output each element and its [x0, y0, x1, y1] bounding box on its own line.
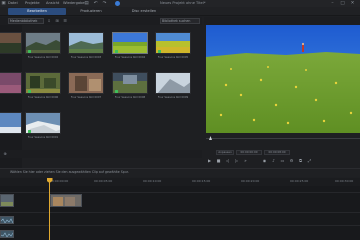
audio-clip[interactable] — [0, 230, 14, 238]
playhead-line[interactable] — [49, 178, 50, 240]
current-time: 00:00:00:00 — [236, 150, 262, 155]
next-frame-icon[interactable]: ▷ — [234, 158, 239, 163]
video-clip[interactable] — [0, 194, 14, 207]
thumbnail-0[interactable] — [0, 32, 22, 54]
used-check-icon — [28, 50, 31, 53]
save-icon[interactable]: ▤ — [84, 1, 89, 6]
thumbnail-label: Four Seasons Roll 0003 — [70, 56, 102, 59]
timecode-label: 00:00:30:00 — [335, 179, 354, 183]
zoom-select[interactable]: Anpassen — [216, 150, 234, 155]
fast-forward-icon[interactable]: » — [243, 158, 248, 163]
audio-clip[interactable] — [0, 216, 14, 224]
stop-icon[interactable]: ■ — [216, 158, 221, 163]
used-check-icon — [28, 90, 31, 93]
menu-file[interactable]: Datei — [8, 1, 18, 5]
window-title: Neues Projekt ohne Titel* — [160, 1, 206, 5]
thumbnail-label: Four Seasons Roll 0001 — [27, 136, 59, 139]
timecode-label: 00:00:10:00 — [143, 179, 162, 183]
account-icon[interactable] — [115, 1, 120, 6]
tab-create-disc[interactable]: Disc erstellen — [116, 8, 172, 15]
preview-window — [206, 25, 360, 133]
track-divider — [0, 212, 360, 213]
thumbnail-2[interactable] — [68, 32, 104, 54]
view-mode-icon[interactable]: ☰ — [62, 18, 68, 24]
display-icon[interactable]: ▭ — [280, 158, 285, 163]
fullscreen-icon[interactable]: ⤢ — [307, 158, 312, 163]
thumbnail-7[interactable] — [68, 72, 104, 94]
minimize-icon[interactable]: – — [330, 1, 335, 6]
timecode-label: 00:00:20:00 — [241, 179, 260, 183]
thumbnail-label: Four Seasons Roll 0004 — [114, 56, 146, 59]
maximize-icon[interactable]: □ — [340, 1, 345, 6]
used-check-icon — [115, 50, 118, 53]
video-clip[interactable] — [50, 194, 82, 207]
redo-icon[interactable]: ↷ — [102, 1, 107, 6]
play-icon[interactable]: ▶ — [207, 158, 212, 163]
undock-icon[interactable]: ⧉ — [298, 158, 303, 163]
thumbnail-label: Four Seasons Roll 0008 — [114, 96, 146, 99]
timecode-label: 00:00:15:00 — [192, 179, 211, 183]
track-divider — [0, 192, 360, 193]
close-icon[interactable]: ✕ — [350, 1, 355, 6]
tab-produce[interactable]: Produzieren — [66, 8, 116, 15]
filter-icon[interactable]: ⊞ — [54, 18, 60, 24]
duration-time: 00:00:08:00 — [264, 150, 290, 155]
tab-edit[interactable]: Bearbeiten — [8, 8, 66, 15]
import-icon[interactable]: ⇩ — [46, 18, 52, 24]
undo-icon[interactable]: ↶ — [93, 1, 98, 6]
used-check-icon — [115, 90, 118, 93]
track-divider — [0, 225, 360, 226]
menu-playback[interactable]: Wiedergabe — [63, 1, 85, 5]
app-logo-icon: ▣ — [1, 1, 6, 6]
previous-frame-icon[interactable]: ◁ — [225, 158, 230, 163]
library-search-input[interactable]: Bibliothek suchen — [160, 18, 200, 24]
thumbnail-label: Four Seasons Roll 0002 — [27, 56, 59, 59]
used-check-icon — [28, 130, 31, 133]
library-footer — [0, 150, 202, 158]
preview-scrubber[interactable] — [206, 135, 360, 141]
add-to-track-icon[interactable]: ⊕ — [2, 151, 8, 157]
thumbnail-9[interactable] — [155, 72, 191, 94]
volume-icon[interactable]: ♪ — [271, 158, 276, 163]
thumbnail-label: Four Seasons Roll 0007 — [70, 96, 102, 99]
timecode-label: 00:00:25:00 — [290, 179, 309, 183]
settings-icon[interactable]: ⚙ — [289, 158, 294, 163]
thumbnail-label: Four Seasons Roll 0005 — [157, 56, 189, 59]
snapshot-icon[interactable]: ◉ — [262, 158, 267, 163]
thumbnail-label: Four Seasons Roll 0009 — [157, 96, 189, 99]
thumbnail-10[interactable] — [0, 112, 22, 134]
timecode-label: 00:00:00:00 — [50, 179, 69, 183]
menu-projects[interactable]: Projekte — [25, 1, 40, 5]
preview-header — [204, 17, 360, 25]
used-check-icon — [158, 50, 161, 53]
library-filter-dropdown[interactable]: Medienbibliothek — [8, 18, 44, 24]
timeline-hint: Wählen Sie hier oder ziehen Sie den ausg… — [10, 170, 129, 174]
menu-view[interactable]: Ansicht — [46, 1, 59, 5]
thumbnail-label: Four Seasons Roll 0006 — [27, 96, 59, 99]
timecode-label: 00:00:05:00 — [94, 179, 113, 183]
thumbnail-5[interactable] — [0, 72, 22, 94]
